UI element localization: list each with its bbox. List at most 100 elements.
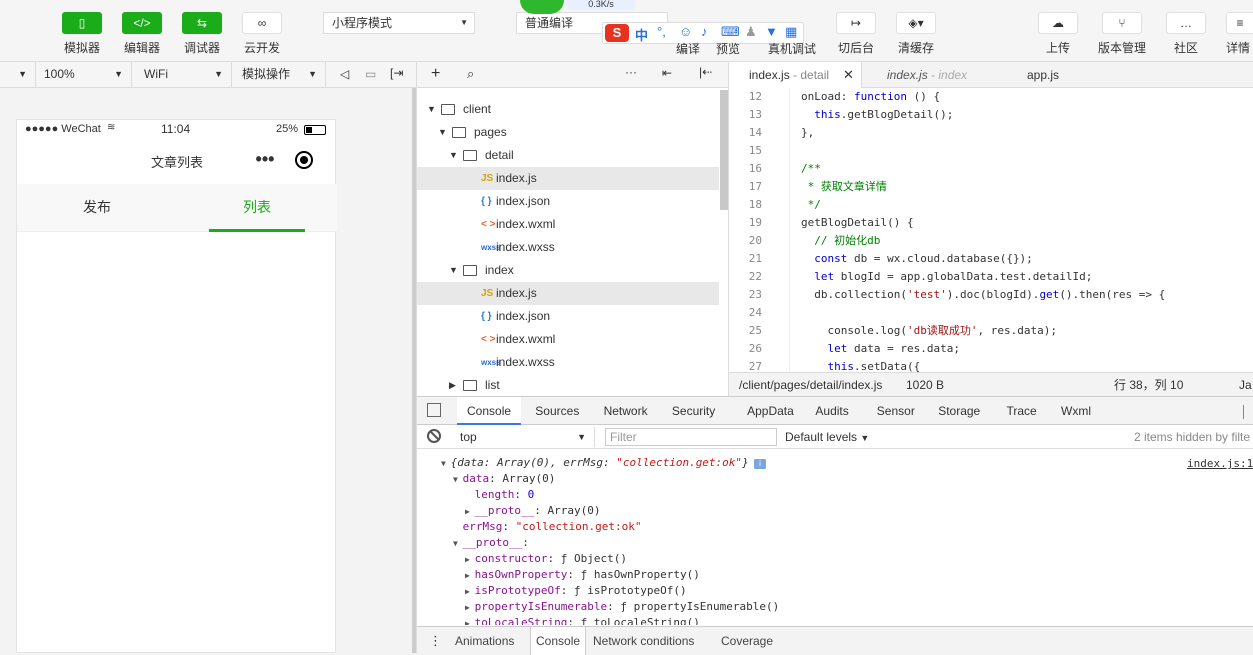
editor-button[interactable]: </> 编辑器 [112, 12, 172, 56]
debugger-button[interactable]: ⇆ 调试器 [172, 12, 232, 56]
console-line[interactable]: ▶ isPrototypeOf: ƒ isPrototypeOf() [465, 583, 687, 599]
file-tree-row[interactable]: < > index.wxml [417, 213, 719, 236]
console-line[interactable]: errMsg: "collection.get:ok" [453, 519, 642, 535]
drawer-menu-icon[interactable]: ⋮ [429, 627, 442, 655]
devtools-tab-network[interactable]: Network [594, 397, 658, 425]
file-tree-row[interactable]: { } index.json [417, 305, 719, 328]
console-token: : ƒ Object() [547, 552, 627, 565]
expand-down-icon[interactable]: ▼ [453, 475, 463, 484]
source-link[interactable]: index.js:1 [1187, 457, 1253, 470]
add-icon[interactable]: + [431, 65, 440, 83]
console-filter-input[interactable]: Filter [605, 428, 777, 446]
hide-panel-icon[interactable]: |⇠ [699, 65, 712, 79]
info-icon[interactable]: i [754, 459, 766, 469]
mode-select[interactable]: 小程序模式 ▼ [323, 12, 475, 34]
console-line[interactable]: ▼ {data: Array(0), errMsg: "collection.g… [441, 455, 749, 471]
expand-right-icon[interactable]: ▶ [465, 571, 475, 580]
cloud-dev-button[interactable]: ∞ 云开发 [232, 12, 292, 56]
caret-right-icon[interactable]: ▶ [449, 374, 456, 396]
code-icon: </> [122, 12, 162, 34]
clear-console-icon[interactable] [427, 429, 441, 443]
file-tree-row[interactable]: ▼ pages [417, 121, 719, 144]
devtools-tab-appdata[interactable]: AppData [737, 397, 804, 425]
expand-right-icon[interactable]: ▶ [465, 555, 475, 564]
drawer-tab-console[interactable]: Console [530, 627, 587, 655]
log-levels-select[interactable]: Default levels ▼ [785, 427, 869, 448]
status-language[interactable]: Ja [1239, 373, 1252, 397]
devtools-tab-sensor[interactable]: Sensor [867, 397, 925, 425]
file-tree-row[interactable]: < > index.wxml [417, 328, 719, 351]
console-line[interactable]: ▶ hasOwnProperty: ƒ hasOwnProperty() [465, 567, 700, 583]
console-output[interactable]: index.js:1 i ▼ {data: Array(0), errMsg: … [417, 455, 1253, 625]
console-line[interactable]: ▼ data: Array(0) [453, 471, 555, 487]
devtools-tab-sources[interactable]: Sources [525, 397, 589, 425]
devtools-tab-security[interactable]: Security [662, 397, 725, 425]
console-line[interactable]: ▶ toLocaleString: ƒ toLocaleString() [465, 615, 700, 625]
code-area[interactable]: 12 onLoad: function () {13 this.getBlogDe… [729, 88, 1253, 372]
device-select[interactable]: ▼ [0, 62, 36, 87]
background-button[interactable]: ↦ 切后台 [826, 12, 886, 56]
file-tree-row[interactable]: wxss index.wxss [417, 351, 719, 374]
file-tree-row[interactable]: ▶ list [417, 374, 719, 396]
close-icon[interactable]: ✕ [843, 62, 854, 88]
expand-down-icon[interactable]: ▼ [453, 539, 463, 548]
inspect-icon[interactable] [427, 403, 441, 417]
file-tree-row[interactable]: JS index.js [417, 282, 719, 305]
upload-button[interactable]: ☁ 上传 [1028, 12, 1088, 56]
community-button[interactable]: … 社区 [1156, 12, 1216, 56]
devtools-tab-wxml[interactable]: Wxml [1051, 397, 1101, 425]
details-button[interactable]: ≡ 详情 [1226, 12, 1253, 56]
console-line[interactable]: ▶ propertyIsEnumerable: ƒ propertyIsEnum… [465, 599, 779, 615]
expand-down-icon[interactable]: ▼ [441, 459, 451, 468]
simulator-button[interactable]: ▯ 模拟器 [52, 12, 112, 56]
file-tree-row[interactable]: JS index.js [417, 167, 719, 190]
detach-icon[interactable]: [⇥ [390, 66, 403, 80]
folder-open-icon [463, 265, 477, 276]
console-line[interactable]: ▶ __proto__: Array(0) [465, 503, 600, 519]
collapse-icon[interactable]: ⇤ [662, 66, 672, 80]
console-line[interactable]: ▶ constructor: ƒ Object() [465, 551, 627, 567]
caret-down-icon[interactable]: ▼ [438, 121, 447, 144]
window-icon[interactable]: ▭ [365, 67, 376, 81]
more-icon[interactable]: ••• [249, 146, 281, 174]
file-tree-scrollbar[interactable] [720, 90, 728, 210]
expand-right-icon[interactable]: ▶ [465, 619, 475, 625]
capsule-close-icon[interactable] [295, 151, 313, 169]
console-line[interactable]: length: 0 [465, 487, 535, 503]
caret-down-icon[interactable]: ▼ [449, 259, 458, 282]
file-tree-row[interactable]: ▼ index [417, 259, 719, 282]
version-button[interactable]: ⑂ 版本管理 [1092, 12, 1152, 56]
file-tree-row[interactable]: ▼ client [417, 98, 719, 121]
network-select[interactable]: WiFi ▼ [136, 62, 232, 87]
tab-publish[interactable]: 发布 [17, 184, 177, 232]
drawer-tab-network-conditions[interactable]: Network conditions [593, 627, 694, 655]
drawer-tab-coverage[interactable]: Coverage [721, 627, 773, 655]
caret-down-icon[interactable]: ▼ [427, 98, 436, 121]
sim-action-select[interactable]: 模拟操作 ▼ [234, 62, 326, 87]
file-tree-row[interactable]: wxss index.wxss [417, 236, 719, 259]
zoom-select[interactable]: 100% ▼ [36, 62, 132, 87]
devtools-tab-storage[interactable]: Storage [928, 397, 990, 425]
devtools-tab-audits[interactable]: Audits [805, 397, 858, 425]
caret-down-icon[interactable]: ▼ [449, 144, 458, 167]
editor-tab-detail-index[interactable]: index.js - detail ✕ [729, 62, 862, 88]
devtools-tab-trace[interactable]: Trace [997, 397, 1047, 425]
expand-right-icon[interactable]: ▶ [465, 603, 475, 612]
file-tree-row[interactable]: { } index.json [417, 190, 719, 213]
editor-tab-index-index[interactable]: index.js - index [867, 62, 967, 88]
devtools-tab-console[interactable]: Console [457, 397, 522, 425]
file-tree-row[interactable]: ▼ detail [417, 144, 719, 167]
editor-tab-suffix: - index [927, 68, 968, 82]
tab-list[interactable]: 列表 [177, 184, 337, 232]
more-icon[interactable]: ··· [625, 65, 637, 79]
editor-tab-app[interactable]: app.js [1007, 62, 1059, 88]
search-icon[interactable]: ⌕ [467, 66, 474, 82]
volume-icon[interactable]: ◁ [340, 67, 349, 81]
console-line[interactable]: ▼ __proto__: [453, 535, 529, 551]
clear-cache-button[interactable]: ◈▾ 清缓存 [886, 12, 946, 56]
expand-right-icon[interactable]: ▶ [465, 587, 475, 596]
drawer-tab-animations[interactable]: Animations [455, 627, 514, 655]
context-select[interactable]: top ▼ [455, 427, 595, 447]
expand-right-icon[interactable]: ▶ [465, 507, 475, 516]
